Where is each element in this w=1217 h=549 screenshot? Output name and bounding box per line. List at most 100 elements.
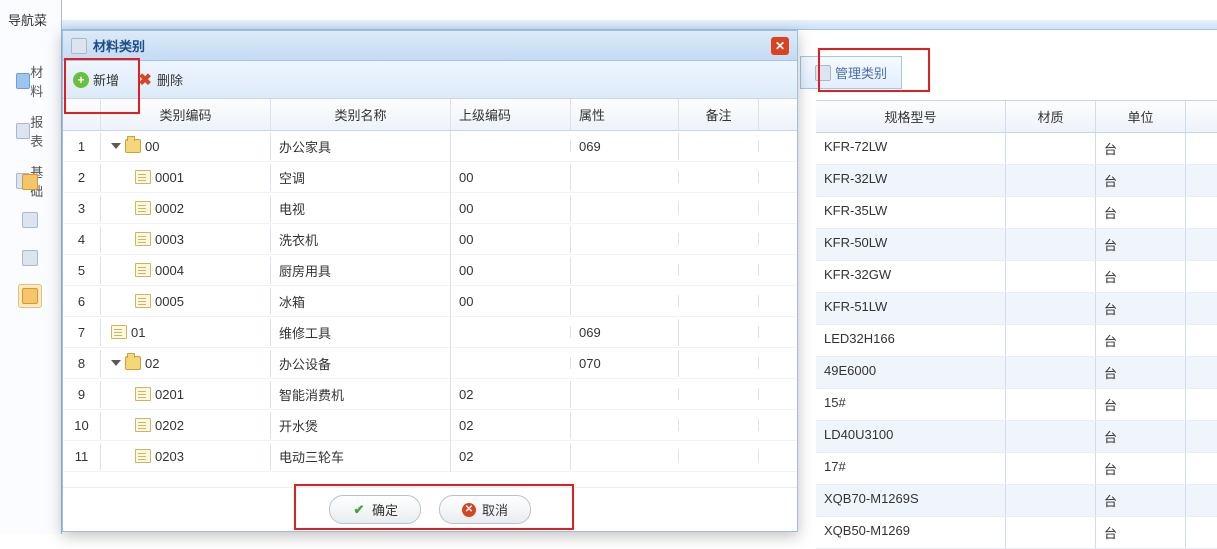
col-material[interactable]: 材质	[1006, 101, 1096, 132]
material-table: 规格型号 材质 单位 KFR-72LW台KFR-32LW台KFR-35LW台KF…	[816, 100, 1217, 549]
category-row[interactable]: 90201智能消费机02	[63, 379, 797, 410]
category-row[interactable]: 20001空调00	[63, 162, 797, 193]
category-row[interactable]: 701维修工具069	[63, 317, 797, 348]
cell-name: 冰箱	[271, 286, 451, 317]
category-row[interactable]: 100办公家具069	[63, 131, 797, 162]
cell-code: 0203	[101, 443, 271, 470]
cell-material	[1006, 165, 1096, 196]
cell-spec: KFR-72LW	[816, 133, 1006, 164]
cell-parent: 00	[451, 164, 571, 191]
table-row[interactable]: KFR-35LW台	[816, 197, 1217, 229]
cell-note	[679, 450, 759, 462]
cell-number: 7	[63, 319, 101, 346]
col-parent[interactable]: 上级编码	[451, 99, 571, 130]
category-row[interactable]: 50004厨房用具00	[63, 255, 797, 286]
dialog-icon	[71, 38, 87, 54]
table-row[interactable]: KFR-50LW台	[816, 229, 1217, 261]
nav-item-material[interactable]: 材料	[8, 56, 61, 106]
cell-note	[679, 264, 759, 276]
cell-attr: 070	[571, 350, 679, 377]
category-row[interactable]: 30002电视00	[63, 193, 797, 224]
table-row[interactable]: LED32H166 台	[816, 325, 1217, 357]
table-row[interactable]: 17#台	[816, 453, 1217, 485]
dialog-toolbar: + 新增 ✖ 删除	[63, 61, 797, 99]
code-text: 0203	[155, 449, 184, 464]
category-row[interactable]: 110203电动三轮车02	[63, 441, 797, 472]
cell-number: 10	[63, 412, 101, 439]
file-icon	[111, 325, 127, 339]
cell-note	[679, 388, 759, 400]
cell-name: 电视	[271, 193, 451, 224]
category-row[interactable]: 60005冰箱00	[63, 286, 797, 317]
cell-spec: LED32H166	[816, 325, 1006, 356]
grid-icon	[16, 73, 30, 89]
form-icon	[815, 65, 831, 81]
close-button[interactable]: ✕	[771, 37, 789, 55]
col-code[interactable]: 类别编码	[101, 99, 271, 130]
sidebar-tool-icon[interactable]	[18, 170, 42, 194]
table-row[interactable]: 49E6000台	[816, 357, 1217, 389]
cell-name: 办公设备	[271, 348, 451, 379]
table-row[interactable]: XQB50-M1269台	[816, 517, 1217, 549]
cell-spec: KFR-35LW	[816, 197, 1006, 228]
tab-manage-category[interactable]: 管理类别	[800, 56, 902, 89]
cell-code: 00	[101, 133, 271, 160]
col-attr[interactable]: 属性	[571, 99, 679, 130]
sidebar-tool-icon-active[interactable]	[18, 284, 42, 308]
cell-material	[1006, 261, 1096, 292]
cell-unit: 台	[1096, 453, 1186, 484]
col-unit[interactable]: 单位	[1096, 101, 1186, 132]
col-name[interactable]: 类别名称	[271, 99, 451, 130]
cell-code: 0002	[101, 195, 271, 222]
dialog-titlebar[interactable]: 材料类别 ✕	[63, 31, 797, 61]
code-text: 00	[145, 139, 159, 154]
delete-button[interactable]: ✖ 删除	[137, 70, 183, 89]
table-row[interactable]: LD40U3100台	[816, 421, 1217, 453]
cancel-button[interactable]: ✕ 取消	[439, 495, 531, 524]
disc-icon	[22, 174, 38, 190]
category-row[interactable]: 802办公设备070	[63, 348, 797, 379]
sidebar-tool-icon[interactable]	[18, 208, 42, 232]
cell-attr	[571, 419, 679, 431]
cell-name: 电动三轮车	[271, 441, 451, 472]
cell-unit: 台	[1096, 421, 1186, 452]
file-icon	[135, 201, 151, 215]
table-row[interactable]: KFR-51LW台	[816, 293, 1217, 325]
category-grid-body[interactable]: 100办公家具06920001空调0030002电视0040003洗衣机0050…	[63, 131, 797, 487]
sidebar-tool-icon[interactable]	[18, 246, 42, 270]
nav-item-report[interactable]: 报表	[8, 106, 61, 156]
col-note[interactable]: 备注	[679, 99, 759, 130]
tab-label: 管理类别	[835, 63, 887, 82]
cell-spec: XQB70-M1269S	[816, 485, 1006, 516]
code-text: 0001	[155, 170, 184, 185]
cell-unit: 台	[1096, 325, 1186, 356]
table-row[interactable]: XQB70-M1269S台	[816, 485, 1217, 517]
table-row[interactable]: KFR-72LW台	[816, 133, 1217, 165]
cell-name: 智能消费机	[271, 379, 451, 410]
cell-unit: 台	[1096, 357, 1186, 388]
category-grid-header: 类别编码 类别名称 上级编码 属性 备注	[63, 99, 797, 131]
expand-toggle-icon[interactable]	[111, 360, 121, 366]
expand-toggle-icon[interactable]	[111, 143, 121, 149]
category-row[interactable]: 100202开水煲02	[63, 410, 797, 441]
col-number[interactable]	[63, 99, 101, 130]
col-spec[interactable]: 规格型号	[816, 101, 1006, 132]
dialog-footer: ✔ 确定 ✕ 取消	[63, 487, 797, 531]
cell-material	[1006, 293, 1096, 324]
ok-button[interactable]: ✔ 确定	[329, 495, 421, 524]
cell-spec: 15#	[816, 389, 1006, 420]
table-row[interactable]: 15#台	[816, 389, 1217, 421]
cell-number: 8	[63, 350, 101, 377]
cell-parent: 00	[451, 257, 571, 284]
cell-material	[1006, 453, 1096, 484]
add-button[interactable]: + 新增	[73, 70, 119, 89]
window-plus-icon	[22, 250, 38, 266]
category-row[interactable]: 40003洗衣机00	[63, 224, 797, 255]
cell-attr	[571, 388, 679, 400]
table-row[interactable]: KFR-32GW台	[816, 261, 1217, 293]
x-icon: ✖	[137, 72, 153, 88]
folder-icon	[125, 139, 141, 153]
table-row[interactable]: KFR-32LW台	[816, 165, 1217, 197]
cell-number: 11	[63, 443, 101, 470]
cell-spec: KFR-32LW	[816, 165, 1006, 196]
